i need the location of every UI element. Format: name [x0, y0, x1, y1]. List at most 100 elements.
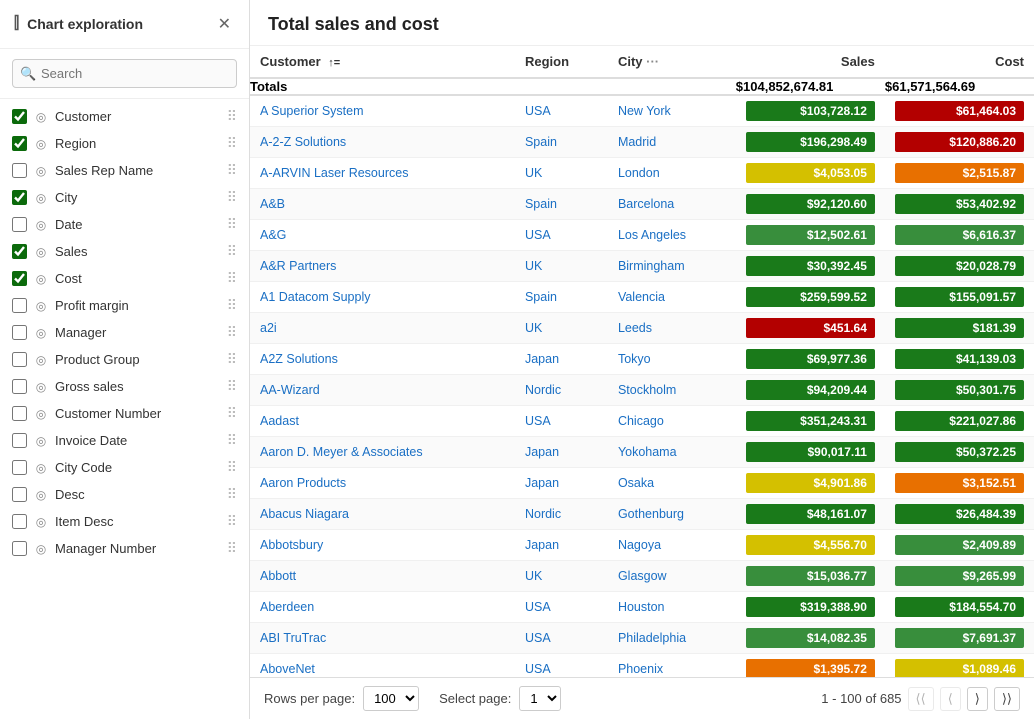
cell-city: Houston — [608, 592, 736, 623]
sidebar-close-button[interactable]: ✕ — [214, 12, 235, 36]
checkbox-manager-number[interactable] — [12, 541, 27, 556]
last-page-button[interactable]: ⟩⟩ — [994, 687, 1020, 711]
checkbox-city-code[interactable] — [12, 460, 27, 475]
item-label-invoice-date: Invoice Date — [55, 433, 221, 448]
drag-handle-city[interactable]: ⠿ — [227, 189, 237, 206]
checkbox-sales-rep-name[interactable] — [12, 163, 27, 178]
col-header-sales[interactable]: Sales — [736, 46, 885, 78]
table-row: A1 Datacom Supply Spain Valencia $259,59… — [250, 282, 1034, 313]
sidebar-title: Chart exploration — [27, 16, 143, 32]
checkbox-product-group[interactable] — [12, 352, 27, 367]
cell-customer[interactable]: A Superior System — [250, 95, 515, 127]
col-header-cost[interactable]: Cost — [885, 46, 1034, 78]
drag-handle-product-group[interactable]: ⠿ — [227, 351, 237, 368]
drag-handle-desc[interactable]: ⠿ — [227, 486, 237, 503]
cell-customer[interactable]: AA-Wizard — [250, 375, 515, 406]
item-icon-city-code: ◎ — [33, 461, 49, 475]
rows-per-page-select[interactable]: 102550100200 — [363, 686, 419, 711]
checkbox-manager[interactable] — [12, 325, 27, 340]
cell-sales: $14,082.35 — [736, 623, 885, 654]
drag-handle-manager[interactable]: ⠿ — [227, 324, 237, 341]
cell-customer[interactable]: Aaron Products — [250, 468, 515, 499]
checkbox-gross-sales[interactable] — [12, 379, 27, 394]
checkbox-profit-margin[interactable] — [12, 298, 27, 313]
col-header-city[interactable]: City ··· — [608, 46, 736, 78]
checkbox-cost[interactable] — [12, 271, 27, 286]
item-icon-invoice-date: ◎ — [33, 434, 49, 448]
cell-customer[interactable]: A&R Partners — [250, 251, 515, 282]
cell-customer[interactable]: A&B — [250, 189, 515, 220]
col-header-customer[interactable]: Customer ↑= — [250, 46, 515, 78]
cell-sales: $451.64 — [736, 313, 885, 344]
cell-region: UK — [515, 561, 608, 592]
cell-cost: $6,616.37 — [885, 220, 1034, 251]
drag-handle-profit-margin[interactable]: ⠿ — [227, 297, 237, 314]
cell-customer[interactable]: AboveNet — [250, 654, 515, 678]
cell-customer[interactable]: Abacus Niagara — [250, 499, 515, 530]
drag-handle-city-code[interactable]: ⠿ — [227, 459, 237, 476]
drag-handle-date[interactable]: ⠿ — [227, 216, 237, 233]
cell-customer[interactable]: Abbott — [250, 561, 515, 592]
cell-sales: $12,502.61 — [736, 220, 885, 251]
item-icon-item-desc: ◎ — [33, 515, 49, 529]
checkbox-sales[interactable] — [12, 244, 27, 259]
cell-region: UK — [515, 251, 608, 282]
col-header-region[interactable]: Region — [515, 46, 608, 78]
drag-handle-customer-number[interactable]: ⠿ — [227, 405, 237, 422]
cell-customer[interactable]: Abbotsbury — [250, 530, 515, 561]
item-icon-gross-sales: ◎ — [33, 380, 49, 394]
table-row: Aaron Products Japan Osaka $4,901.86 $3,… — [250, 468, 1034, 499]
cell-customer[interactable]: Aaron D. Meyer & Associates — [250, 437, 515, 468]
checkbox-date[interactable] — [12, 217, 27, 232]
totals-city — [608, 78, 736, 95]
cell-customer[interactable]: Aberdeen — [250, 592, 515, 623]
first-page-button[interactable]: ⟨⟨ — [908, 687, 934, 711]
checkbox-invoice-date[interactable] — [12, 433, 27, 448]
cell-customer[interactable]: Aadast — [250, 406, 515, 437]
table-row: AA-Wizard Nordic Stockholm $94,209.44 $5… — [250, 375, 1034, 406]
checkbox-region[interactable] — [12, 136, 27, 151]
checkbox-customer-number[interactable] — [12, 406, 27, 421]
checkbox-city[interactable] — [12, 190, 27, 205]
sidebar-item-region: ◎ Region ⠿ — [0, 130, 249, 157]
sidebar-item-product-group: ◎ Product Group ⠿ — [0, 346, 249, 373]
item-label-sales-rep-name: Sales Rep Name — [55, 163, 221, 178]
cell-city: Madrid — [608, 127, 736, 158]
cell-customer[interactable]: A-ARVIN Laser Resources — [250, 158, 515, 189]
cell-cost: $155,091.57 — [885, 282, 1034, 313]
sidebar-item-manager: ◎ Manager ⠿ — [0, 319, 249, 346]
drag-handle-sales-rep-name[interactable]: ⠿ — [227, 162, 237, 179]
data-table: Customer ↑= Region City ··· Sales Cost T… — [250, 46, 1034, 677]
table-row: A-2-Z Solutions Spain Madrid $196,298.49… — [250, 127, 1034, 158]
item-label-city: City — [55, 190, 221, 205]
search-input[interactable] — [12, 59, 237, 88]
page-select[interactable]: 1 — [519, 686, 561, 711]
drag-handle-gross-sales[interactable]: ⠿ — [227, 378, 237, 395]
drag-handle-region[interactable]: ⠿ — [227, 135, 237, 152]
drag-handle-manager-number[interactable]: ⠿ — [227, 540, 237, 557]
checkbox-item-desc[interactable] — [12, 514, 27, 529]
cell-sales: $48,161.07 — [736, 499, 885, 530]
table-header-row: Customer ↑= Region City ··· Sales Cost — [250, 46, 1034, 78]
checkbox-customer[interactable] — [12, 109, 27, 124]
cell-customer[interactable]: A2Z Solutions — [250, 344, 515, 375]
sidebar-item-city-code: ◎ City Code ⠿ — [0, 454, 249, 481]
drag-handle-customer[interactable]: ⠿ — [227, 108, 237, 125]
cell-customer[interactable]: A&G — [250, 220, 515, 251]
drag-handle-cost[interactable]: ⠿ — [227, 270, 237, 287]
cell-customer[interactable]: a2i — [250, 313, 515, 344]
totals-row: Totals $104,852,674.81 $61,571,564.69 — [250, 78, 1034, 95]
cell-customer[interactable]: A1 Datacom Supply — [250, 282, 515, 313]
drag-handle-invoice-date[interactable]: ⠿ — [227, 432, 237, 449]
drag-handle-sales[interactable]: ⠿ — [227, 243, 237, 260]
item-icon-city: ◎ — [33, 191, 49, 205]
more-icon-city[interactable]: ··· — [646, 54, 659, 69]
sidebar-header: ⫿ Chart exploration ✕ — [0, 0, 249, 49]
cell-customer[interactable]: ABI TruTrac — [250, 623, 515, 654]
pagination-controls: 1 - 100 of 685 ⟨⟨ ⟨ ⟩ ⟩⟩ — [821, 687, 1020, 711]
next-page-button[interactable]: ⟩ — [967, 687, 988, 711]
drag-handle-item-desc[interactable]: ⠿ — [227, 513, 237, 530]
checkbox-desc[interactable] — [12, 487, 27, 502]
prev-page-button[interactable]: ⟨ — [940, 687, 961, 711]
cell-customer[interactable]: A-2-Z Solutions — [250, 127, 515, 158]
